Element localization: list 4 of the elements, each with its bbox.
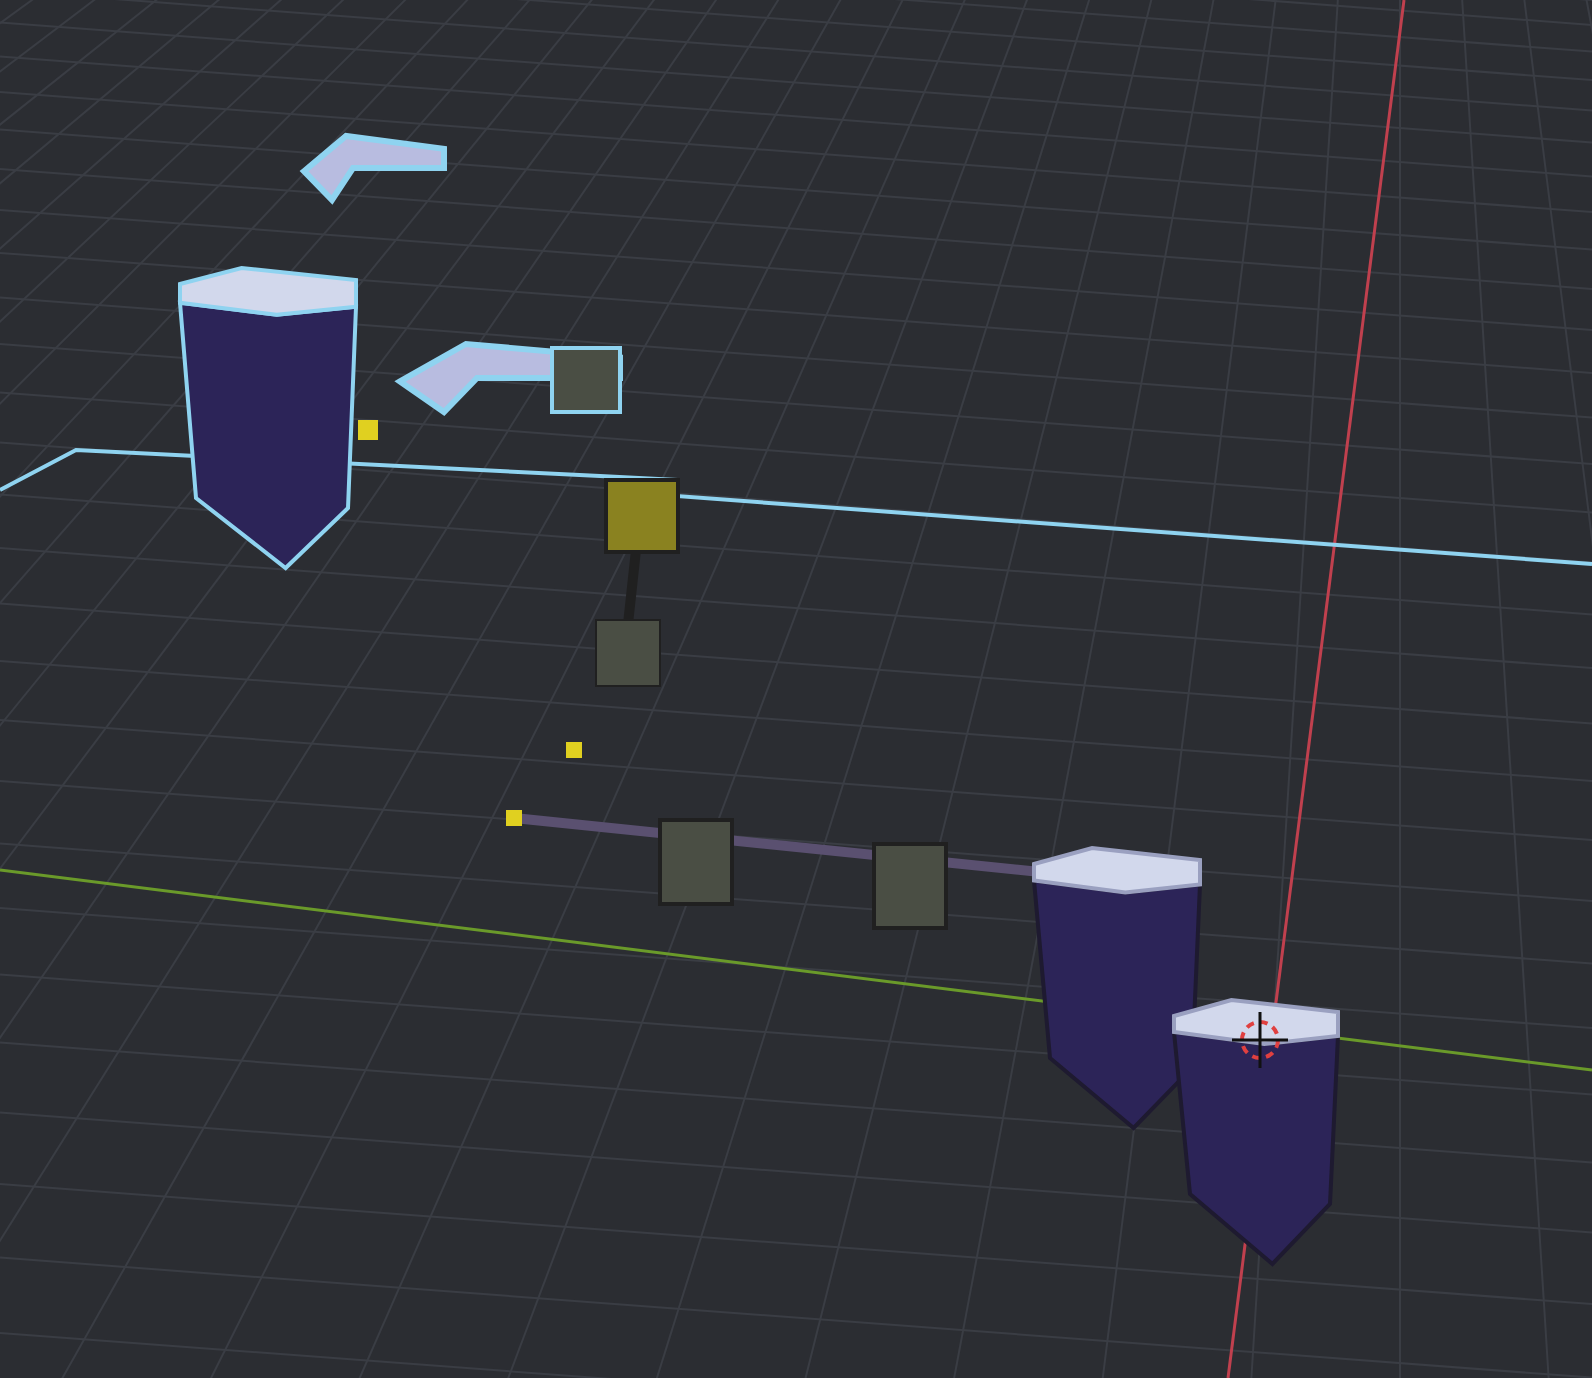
3d-viewport[interactable] [0,0,1592,1378]
crate [595,619,661,687]
pole-bar [623,549,641,625]
3d-cursor-icon[interactable] [1232,1012,1288,1068]
